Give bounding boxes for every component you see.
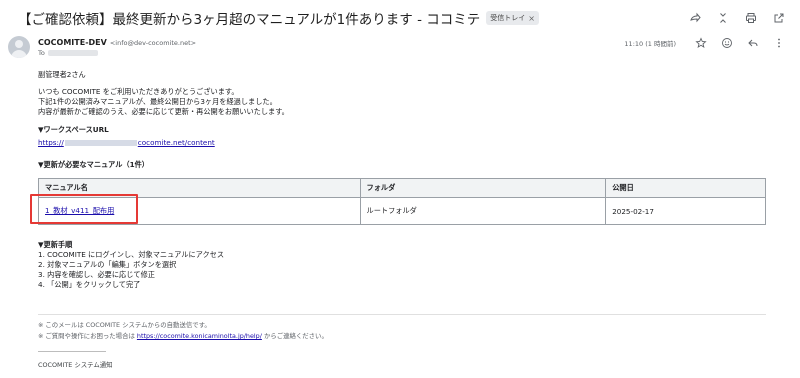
to-prefix: To — [38, 49, 45, 57]
intro-line-2: 下記1件の公開済みマニュアルが、最終公開日から3ヶ月を経過しました。 — [38, 97, 277, 106]
footer-note-2: ※ ご質問や操作にお困った場合は https://cocomite.konica… — [38, 331, 328, 340]
steps-heading: ▼更新手順 — [38, 240, 73, 249]
recipient-line[interactable]: To — [38, 49, 98, 57]
emoji-icon[interactable] — [720, 36, 734, 50]
workspace-heading: ▼ワークスペースURL — [38, 125, 109, 134]
step-4: 4. 「公開」をクリックして完了 — [38, 280, 141, 289]
star-icon[interactable] — [694, 36, 708, 50]
print-icon[interactable] — [744, 11, 758, 25]
top-actions — [688, 11, 786, 25]
intro-line-3: 内容が最新かご確認のうえ、必要に応じて更新・再公開をお願いいたします。 — [38, 107, 289, 116]
header-folder: フォルダ — [359, 178, 607, 198]
reply-icon[interactable] — [746, 36, 760, 50]
manuals-heading: ▼更新が必要なマニュアル（1件） — [38, 160, 149, 169]
subject-row: 【ご確認依頼】最終更新から3ヶ月超のマニュアルが1件あります - ココミテ 受信… — [18, 8, 786, 28]
workspace-url-suffix[interactable]: cocomite.net/content — [138, 138, 215, 147]
header-publish-date: 公開日 — [605, 178, 766, 198]
more-icon[interactable] — [772, 36, 786, 50]
label-close-icon[interactable]: × — [528, 14, 535, 23]
footer-note-2-suffix: からご連絡ください。 — [261, 332, 328, 340]
manuals-table: マニュアル名 フォルダ 公開日 1_教材_v411_配布用 ルートフォルダ 20… — [38, 178, 766, 225]
signature: COCOMITE システム通知 — [38, 361, 113, 369]
greeting: 副管理者2さん — [38, 70, 86, 79]
recipient-redacted — [47, 50, 98, 56]
footer-note-2-prefix: ※ ご質問や操作にお困った場合は — [38, 332, 137, 340]
signature-divider — [38, 351, 106, 352]
sender-email: <info@dev-cocomite.net> — [109, 39, 197, 47]
workspace-url-prefix[interactable]: https:// — [38, 138, 64, 147]
cell-folder: ルートフォルダ — [359, 197, 607, 225]
footer-divider — [38, 314, 766, 315]
workspace-url-redacted — [64, 140, 137, 146]
open-in-new-icon[interactable] — [772, 11, 786, 25]
footer-note-1: ※ このメールは COCOMITE システムからの自動送信です。 — [38, 321, 211, 329]
inbox-label-text: 受信トレイ — [490, 14, 526, 22]
expand-icon[interactable] — [716, 11, 730, 25]
table-header-row: マニュアル名 フォルダ 公開日 — [38, 178, 766, 198]
email-subject: 【ご確認依頼】最終更新から3ヶ月超のマニュアルが1件あります - ココミテ — [18, 12, 481, 28]
step-1: 1. COCOMITE にログインし、対象マニュアルにアクセス — [38, 250, 225, 259]
workspace-url[interactable]: https:// cocomite.net/content — [38, 138, 215, 148]
cell-date: 2025-02-17 — [605, 197, 766, 225]
forward-icon[interactable] — [688, 11, 702, 25]
highlight-annotation-box — [30, 194, 138, 224]
help-link[interactable]: https://cocomite.konicaminolta.jp/help/ — [137, 332, 262, 340]
intro-line-1: いつも COCOMITE をご利用いただきありがとうございます。 — [38, 87, 239, 96]
sender-name: COCOMITE-DEV <info@dev-cocomite.net> — [38, 38, 196, 47]
sender-row: COCOMITE-DEV <info@dev-cocomite.net> To 1… — [8, 36, 786, 62]
sender-name-text: COCOMITE-DEV — [38, 38, 107, 47]
sender-meta: 11:10 (1 時間前) — [624, 36, 786, 50]
sender-avatar[interactable] — [8, 36, 30, 58]
email-timestamp: 11:10 (1 時間前) — [624, 40, 676, 48]
table-row: 1_教材_v411_配布用 ルートフォルダ 2025-02-17 — [38, 197, 766, 225]
step-2: 2. 対象マニュアルの「編集」ボタンを選択 — [38, 260, 177, 269]
inbox-label-chip[interactable]: 受信トレイ × — [486, 11, 539, 25]
step-3: 3. 内容を確認し、必要に応じて修正 — [38, 270, 155, 279]
